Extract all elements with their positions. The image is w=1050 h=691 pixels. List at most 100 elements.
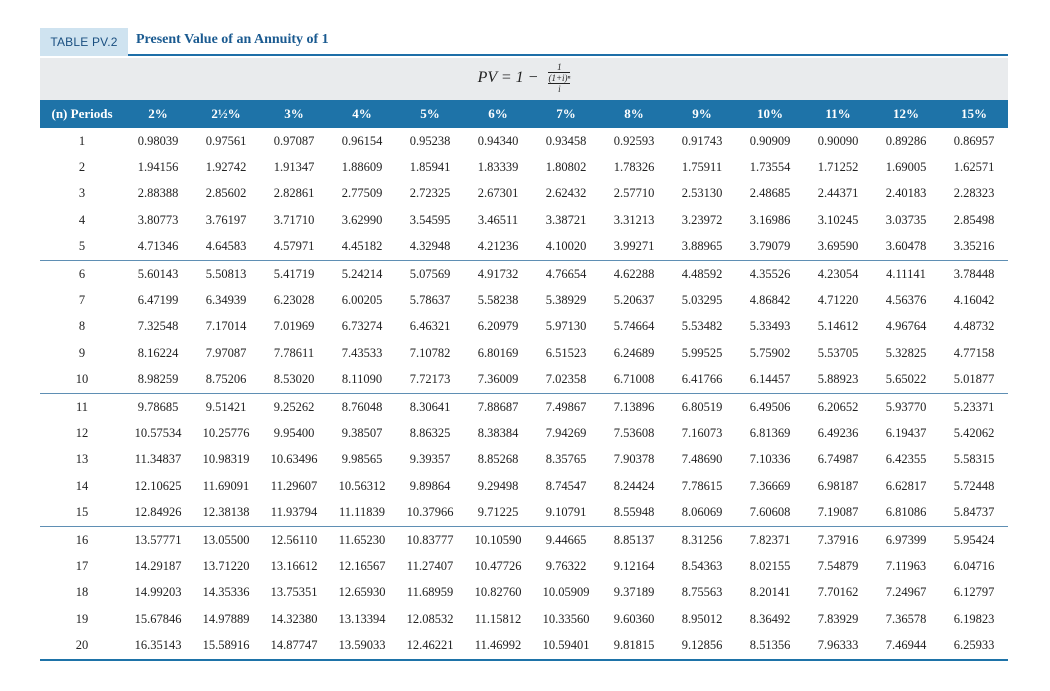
- value-cell: 4.62288: [613, 266, 655, 281]
- value-cell: 6.19823: [953, 611, 995, 626]
- value-cell: 2.82861: [273, 186, 315, 201]
- value-cell: 8.74547: [545, 478, 587, 493]
- value-cell: 1.80802: [545, 160, 587, 175]
- value-cell: 4.96764: [885, 319, 927, 334]
- value-cell: 8.51356: [736, 632, 804, 661]
- value-cell: 7.97087: [205, 345, 247, 360]
- period-cell: 7: [78, 293, 86, 308]
- value-cell: 7.10336: [749, 452, 791, 467]
- value-cell: 7.70162: [817, 585, 859, 600]
- value-cell: 7.78611: [273, 345, 315, 360]
- column-header-rate: 2½%: [192, 100, 260, 128]
- formula-fraction: 1 (1+i)ⁿ i: [548, 62, 571, 94]
- value-cell: 4.71220: [817, 293, 859, 308]
- period-cell: 3: [78, 186, 86, 201]
- table-row: 19 15.67846 14.97889 14.32380 13.13394 12.085…: [40, 606, 1008, 632]
- table-row: 14 12.10625 11.69091 11.29607 10.56312 9.8986…: [40, 473, 1008, 499]
- value-cell: 7.78615: [681, 478, 723, 493]
- value-cell: 9.37189: [613, 585, 655, 600]
- period-cell: 9: [78, 345, 86, 360]
- value-cell: 4.64583: [192, 233, 260, 261]
- value-cell: 8.86325: [409, 425, 451, 440]
- value-cell: 7.19087: [804, 499, 872, 527]
- value-cell: 12.84926: [124, 499, 192, 527]
- column-header-rate: 15%: [940, 100, 1008, 128]
- value-cell: 6.41766: [668, 366, 736, 394]
- value-cell: 4.57971: [260, 233, 328, 261]
- period-cell: 8: [78, 319, 86, 334]
- value-cell: 6.20652: [817, 399, 859, 414]
- value-cell: 11.65230: [338, 532, 386, 547]
- value-cell: 0.94340: [477, 133, 519, 148]
- value-cell: 7.90378: [613, 452, 655, 467]
- table-row: 18 14.99203 14.35336 13.75351 12.65930 11.689…: [40, 580, 1008, 606]
- table-row: 5 4.71346 4.64583 4.57971 4.45182 4.32948 4.21…: [40, 233, 1008, 261]
- value-cell: 5.24214: [341, 266, 383, 281]
- value-cell: 10.59401: [532, 632, 600, 661]
- period-cell: 5: [40, 233, 124, 261]
- formula-band: PV = 1 − 1 (1+i)ⁿ i: [40, 58, 1008, 100]
- value-cell: 5.72448: [953, 478, 995, 493]
- value-cell: 9.60360: [613, 611, 655, 626]
- value-cell: 3.23972: [681, 212, 723, 227]
- formula-denominator: i: [558, 84, 561, 94]
- value-cell: 9.89864: [409, 478, 451, 493]
- value-cell: 6.51523: [545, 345, 587, 360]
- value-cell: 7.13896: [613, 399, 655, 414]
- value-cell: 5.53482: [681, 319, 723, 334]
- value-cell: 3.46511: [477, 212, 519, 227]
- value-cell: 9.71225: [464, 499, 532, 527]
- value-cell: 0.98039: [137, 133, 179, 148]
- value-cell: 5.38929: [545, 293, 587, 308]
- value-cell: 9.39357: [409, 452, 451, 467]
- value-cell: 3.80773: [137, 212, 179, 227]
- value-cell: 5.07569: [409, 266, 451, 281]
- value-cell: 4.16042: [953, 293, 995, 308]
- value-cell: 9.76322: [545, 558, 587, 573]
- table-row: 3 2.88388 2.85602 2.82861 2.77509 2.72325 2.67…: [40, 181, 1008, 207]
- value-cell: 7.83929: [817, 611, 859, 626]
- value-cell: 13.59033: [328, 632, 396, 661]
- value-cell: 3.31213: [613, 212, 655, 227]
- value-cell: 3.69590: [804, 233, 872, 261]
- value-cell: 6.00205: [341, 293, 383, 308]
- value-cell: 4.91732: [477, 266, 519, 281]
- table-row: 8 7.32548 7.17014 7.01969 6.73274 6.46321 6.20…: [40, 314, 1008, 340]
- value-cell: 13.57771: [134, 532, 182, 547]
- value-cell: 4.45182: [328, 233, 396, 261]
- value-cell: 8.75206: [192, 366, 260, 394]
- value-cell: 5.84737: [940, 499, 1008, 527]
- value-cell: 13.71220: [202, 558, 250, 573]
- value-cell: 8.98259: [124, 366, 192, 394]
- value-cell: 3.54595: [409, 212, 451, 227]
- period-cell: 10: [40, 366, 124, 394]
- value-cell: 8.36492: [749, 611, 791, 626]
- value-cell: 0.90909: [749, 133, 791, 148]
- value-cell: 2.72325: [409, 186, 451, 201]
- period-cell: 18: [75, 585, 89, 600]
- column-header-rate: 2%: [124, 100, 192, 128]
- value-cell: 8.20141: [749, 585, 791, 600]
- value-cell: 4.56376: [885, 293, 927, 308]
- value-cell: 6.47199: [137, 293, 179, 308]
- formula-numerator: 1: [548, 62, 571, 73]
- value-cell: 12.16567: [338, 558, 386, 573]
- value-cell: 7.53608: [613, 425, 655, 440]
- value-cell: 12.38138: [192, 499, 260, 527]
- value-cell: 1.62571: [953, 160, 995, 175]
- value-cell: 2.88388: [137, 186, 179, 201]
- value-cell: 3.79079: [736, 233, 804, 261]
- value-cell: 6.34939: [205, 293, 247, 308]
- value-cell: 10.82760: [474, 585, 522, 600]
- value-cell: 9.12856: [668, 632, 736, 661]
- value-cell: 8.53020: [260, 366, 328, 394]
- value-cell: 5.42062: [953, 425, 995, 440]
- value-cell: 8.85137: [613, 532, 655, 547]
- value-cell: 0.93458: [545, 133, 587, 148]
- value-cell: 0.97561: [205, 133, 247, 148]
- value-cell: 8.85268: [477, 452, 519, 467]
- value-cell: 6.46321: [409, 319, 451, 334]
- value-cell: 10.98319: [202, 452, 250, 467]
- value-cell: 1.78326: [613, 160, 655, 175]
- value-cell: 6.80169: [477, 345, 519, 360]
